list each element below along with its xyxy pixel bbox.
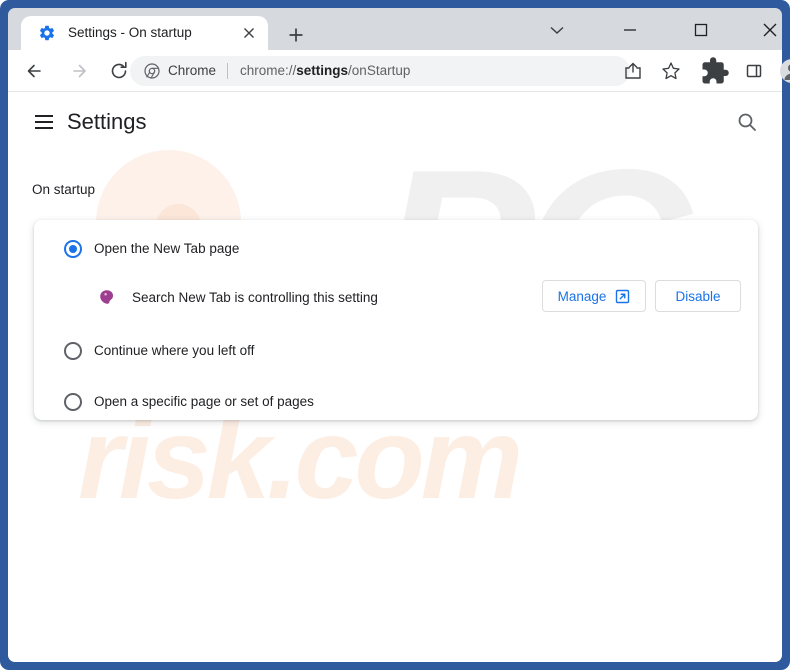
address-bar[interactable]: Chrome chrome://settings/onStartup [130, 56, 630, 86]
manage-button[interactable]: Manage [542, 280, 646, 312]
radio-option-continue-where-left-off[interactable]: Continue where you left off [34, 331, 758, 379]
back-button[interactable] [21, 56, 51, 86]
extension-controlling-notice: Search New Tab is controlling this setti… [34, 276, 758, 324]
new-tab-button[interactable] [283, 22, 309, 48]
external-link-icon [615, 289, 630, 304]
close-tab-icon[interactable] [240, 24, 258, 42]
forward-button[interactable] [63, 56, 93, 86]
manage-button-label: Manage [558, 289, 607, 304]
omnibox-brand-label: Chrome [168, 62, 216, 80]
radio-option-new-tab-page[interactable]: Open the New Tab page [34, 229, 758, 277]
chrome-logo-icon [144, 63, 160, 79]
tab-strip: Settings - On startup [8, 8, 782, 50]
settings-header: Settings [8, 92, 782, 152]
browser-toolbar: Chrome chrome://settings/onStartup [8, 50, 782, 92]
search-icon[interactable] [735, 110, 759, 134]
close-window-button[interactable] [752, 15, 788, 45]
extension-head-icon [96, 286, 118, 308]
radio-indicator[interactable] [64, 342, 82, 360]
maximize-window-button[interactable] [683, 15, 719, 45]
section-heading: On startup [32, 180, 95, 200]
radio-indicator[interactable] [64, 393, 82, 411]
share-icon[interactable] [618, 56, 648, 86]
extension-notice-text: Search New Tab is controlling this setti… [132, 288, 378, 308]
radio-option-specific-pages[interactable]: Open a specific page or set of pages [34, 382, 758, 430]
disable-button[interactable]: Disable [655, 280, 741, 312]
omnibox-divider [227, 63, 228, 79]
tab-search-button[interactable] [539, 15, 575, 45]
omnibox-url-text: chrome://settings/onStartup [240, 62, 410, 80]
radio-label: Open the New Tab page [94, 239, 239, 259]
settings-gear-icon [38, 24, 56, 42]
settings-page: PC risk.com Settings On startup Open th [8, 92, 782, 662]
radio-label: Continue where you left off [94, 341, 254, 361]
radio-label: Open a specific page or set of pages [94, 392, 314, 412]
browser-tab[interactable]: Settings - On startup [21, 16, 268, 50]
puzzle-icon[interactable] [700, 56, 730, 86]
disable-button-label: Disable [675, 289, 720, 304]
hamburger-menu-icon[interactable] [32, 110, 56, 134]
browser-window-frame: Settings - On startup [0, 0, 790, 670]
minimize-window-button[interactable] [612, 15, 648, 45]
page-title: Settings [67, 106, 147, 138]
star-icon[interactable] [656, 56, 686, 86]
on-startup-card: Open the New Tab page Search New Tab is … [34, 220, 758, 420]
side-panel-icon[interactable] [739, 56, 769, 86]
avatar[interactable] [777, 56, 790, 86]
radio-indicator[interactable] [64, 240, 82, 258]
tab-title: Settings - On startup [68, 24, 238, 42]
